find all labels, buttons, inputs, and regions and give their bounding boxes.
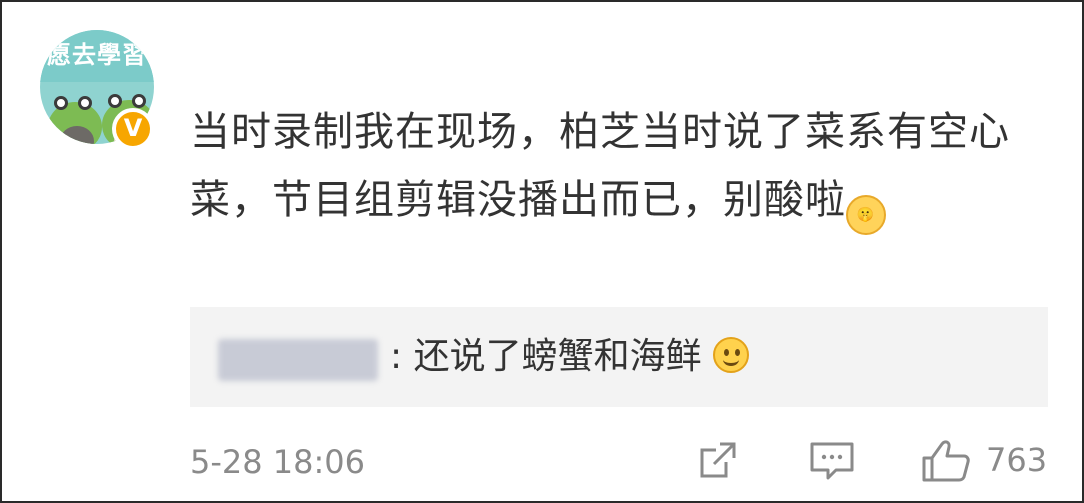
comment-card: 愿去學習 V 当时录制我在现场，柏芝当时说了菜系有空心菜，节目组剪辑没播出而已，…	[0, 0, 1084, 503]
reply-body: : 还说了螃蟹和海鲜	[390, 329, 750, 385]
shush-emoji-icon: 🤫	[846, 195, 886, 235]
reply-preview[interactable]: : 还说了螃蟹和海鲜	[190, 307, 1048, 407]
share-button[interactable]	[696, 438, 740, 484]
timestamp: 5-28 18:06	[190, 443, 366, 481]
verified-badge-icon: V	[112, 108, 154, 150]
comment-icon	[810, 442, 854, 480]
like-icon	[922, 440, 970, 482]
reply-text: : 还说了螃蟹和海鲜	[390, 336, 702, 377]
smile-emoji-icon	[713, 337, 750, 373]
comment-body: 当时录制我在现场，柏芝当时说了菜系有空心菜，节目组剪辑没播出而已，别酸啦 🤫	[190, 98, 1020, 235]
share-icon	[700, 442, 736, 478]
like-button[interactable]: 763	[920, 438, 1048, 484]
comment-button[interactable]	[808, 438, 856, 484]
reply-author-blurred[interactable]	[218, 339, 378, 381]
avatar-banner-text: 愿去學習	[40, 30, 154, 82]
comment-text: 当时录制我在现场，柏芝当时说了菜系有空心菜，节目组剪辑没播出而已，别酸啦	[190, 109, 1010, 223]
like-count: 763	[986, 441, 1048, 479]
